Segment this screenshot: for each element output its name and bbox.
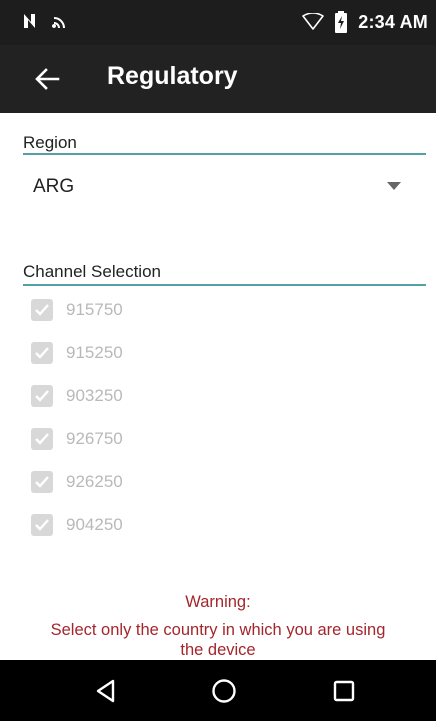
back-triangle-icon[interactable] — [92, 677, 120, 705]
channel-checkbox[interactable] — [31, 471, 53, 493]
channel-checkbox[interactable] — [31, 342, 53, 364]
checkmark-icon — [35, 347, 49, 359]
home-circle-icon[interactable] — [210, 677, 238, 705]
status-bar: 2:34 AM — [0, 0, 436, 45]
channel-item[interactable]: 926250 — [31, 468, 123, 496]
channel-label: 903250 — [66, 386, 123, 405]
channel-label: 926750 — [66, 429, 123, 448]
wifi-icon — [302, 13, 325, 30]
channel-checkbox[interactable] — [31, 385, 53, 407]
region-divider — [23, 153, 426, 155]
channel-label: 926250 — [66, 472, 123, 491]
channel-checkbox[interactable] — [31, 514, 53, 536]
channel-checkbox[interactable] — [31, 299, 53, 321]
channel-item[interactable]: 915750 — [31, 296, 123, 324]
nfc-icon — [24, 14, 35, 28]
channel-label: 904250 — [66, 515, 123, 534]
page-title: Regulatory — [107, 62, 238, 90]
region-label: Region — [23, 133, 77, 152]
channel-checkbox[interactable] — [31, 428, 53, 450]
recents-square-icon[interactable] — [330, 677, 358, 705]
checkmark-icon — [35, 519, 49, 531]
channel-label: 915250 — [66, 343, 123, 362]
status-left-icons — [22, 12, 70, 30]
checkmark-icon — [35, 390, 49, 402]
status-right-icons: 2:34 AM — [302, 11, 428, 33]
warning-message-line1: Select only the country in which you are… — [50, 621, 386, 639]
channel-item[interactable]: 926750 — [31, 425, 123, 453]
channel-selection-label: Channel Selection — [23, 262, 161, 281]
dropdown-arrow-icon[interactable] — [387, 182, 401, 190]
battery-charging-icon — [335, 11, 348, 33]
app-bar: Regulatory — [0, 45, 436, 113]
warning-message-line2: the device — [180, 641, 256, 659]
channel-item[interactable]: 904250 — [31, 511, 123, 539]
cast-icon — [52, 17, 65, 29]
checkmark-icon — [35, 476, 49, 488]
navigation-bar — [0, 660, 436, 721]
checkmark-icon — [35, 304, 49, 316]
channel-selection-divider — [23, 284, 426, 286]
channel-item[interactable]: 903250 — [31, 382, 123, 410]
warning-title: Warning: — [185, 593, 251, 611]
channel-item[interactable]: 915250 — [31, 339, 123, 367]
region-value: ARG — [33, 176, 75, 197]
checkmark-icon — [35, 433, 49, 445]
channel-label: 915750 — [66, 300, 123, 319]
back-arrow-icon[interactable] — [32, 64, 62, 94]
status-time: 2:34 AM — [358, 11, 428, 32]
